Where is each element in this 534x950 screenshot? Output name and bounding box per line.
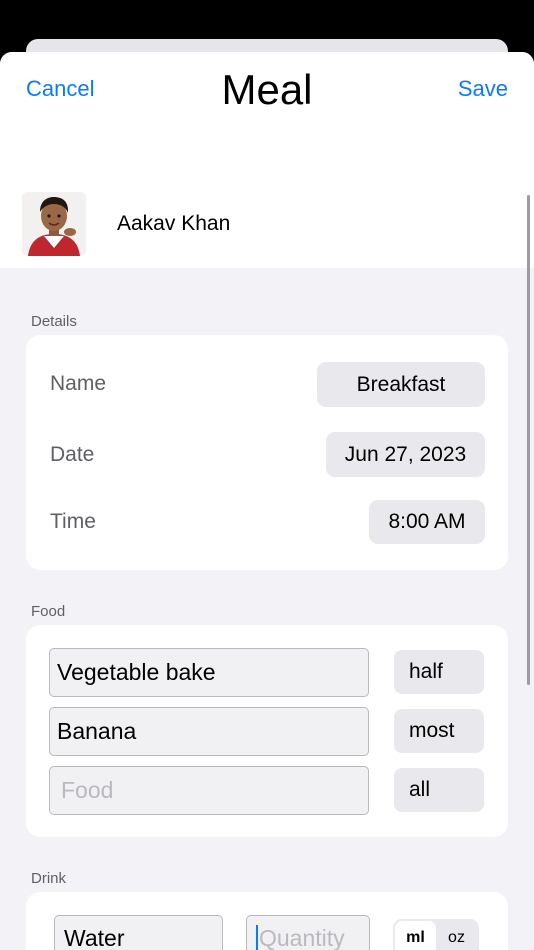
page-title: Meal [221,66,313,113]
food-amount-button[interactable]: half [394,650,484,694]
avatar [22,192,86,256]
unit-oz-segment[interactable]: oz [436,921,477,950]
food-item-field[interactable]: Vegetable bake [49,648,369,697]
details-section-label: Details [31,313,77,330]
person-name: Aakav Khan [117,212,231,235]
drink-section-label: Drink [31,870,67,887]
text-cursor [256,925,258,950]
food-section-label: Food [31,603,66,620]
unit-ml-segment[interactable]: ml [395,921,436,950]
food-item-field[interactable]: Banana [49,707,369,756]
drink-name-field[interactable]: Water [54,915,223,950]
drink-card: Water Quantity ml oz [26,892,508,950]
food-amount-button[interactable]: most [394,709,484,753]
time-label: Time [50,510,96,533]
child-photo-icon [22,192,86,256]
drink-quantity-field[interactable]: Quantity [246,915,370,950]
time-picker[interactable]: 8:00 AM [369,500,485,544]
name-label: Name [50,372,107,395]
name-picker[interactable]: Breakfast [317,362,485,407]
quantity-placeholder: Quantity [259,924,345,950]
date-picker[interactable]: Jun 27, 2023 [326,432,485,477]
meal-sheet: Cancel Meal Save Aakav Khan Details Name… [0,52,534,950]
date-label: Date [50,443,95,466]
save-button[interactable]: Save [458,76,508,102]
details-card: Name Breakfast Date Jun 27, 2023 Time 8:… [26,335,508,570]
scrollbar[interactable] [527,195,530,685]
new-food-field[interactable]: Food [49,766,369,815]
sheet-header: Cancel Meal Save Aakav Khan [0,52,534,268]
food-amount-button[interactable]: all [394,768,484,812]
food-card: Vegetable bake half Banana most Food all [26,625,508,837]
unit-segmented-control[interactable]: ml oz [393,919,479,950]
